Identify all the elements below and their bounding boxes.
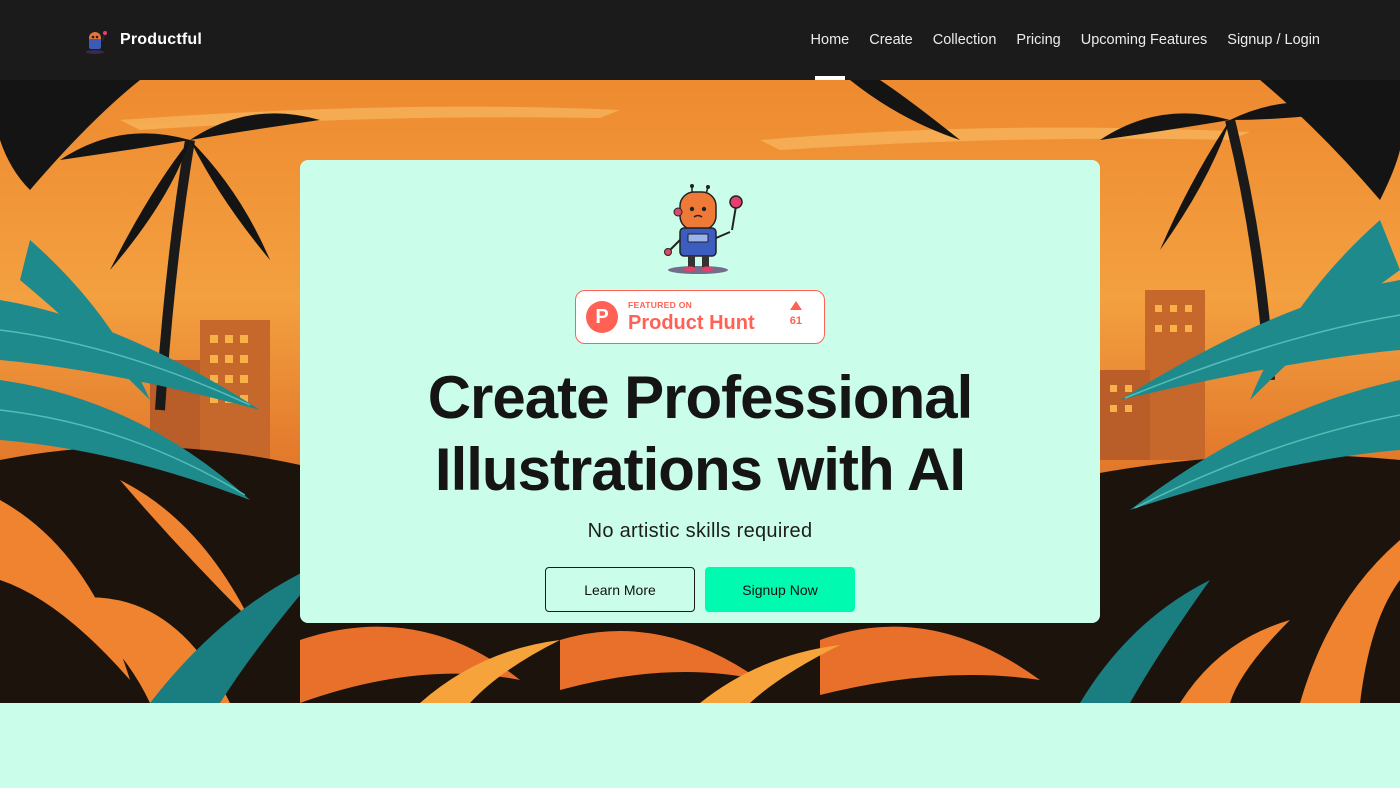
main-menu: Home Create Collection Pricing Upcoming …: [811, 0, 1320, 80]
top-navbar: Productful Home Create Collection Pricin…: [0, 0, 1400, 80]
upvote-count: 61: [789, 315, 802, 327]
product-hunt-logo-icon: P: [586, 301, 618, 333]
nav-create[interactable]: Create: [869, 0, 913, 80]
hero-card: P FEATURED ON Product Hunt 61 Create Pro…: [300, 160, 1100, 623]
hero-section: P FEATURED ON Product Hunt 61 Create Pro…: [0, 80, 1400, 703]
brand-name: Productful: [120, 31, 202, 48]
robot-logo-icon: [86, 31, 107, 54]
upvote-counter: 61: [790, 301, 802, 327]
hero-subheadline: No artistic skills required: [587, 520, 813, 542]
product-hunt-badge[interactable]: P FEATURED ON Product Hunt 61: [575, 290, 825, 344]
featured-on-label: FEATURED ON: [628, 300, 693, 311]
hero-buttons: Learn More Signup Now: [545, 567, 855, 612]
product-hunt-text: FEATURED ON Product Hunt: [628, 301, 755, 333]
hero-headline: Create Professional Illustrations with A…: [427, 364, 974, 503]
learn-more-button[interactable]: Learn More: [545, 567, 695, 612]
brand[interactable]: Productful: [80, 25, 202, 55]
product-hunt-label: Product Hunt: [628, 311, 755, 334]
nav-collection[interactable]: Collection: [933, 0, 997, 80]
nav-pricing[interactable]: Pricing: [1016, 0, 1060, 80]
nav-upcoming-features[interactable]: Upcoming Features: [1081, 0, 1208, 80]
nav-home[interactable]: Home: [811, 0, 850, 80]
robot-mascot-icon: [664, 184, 743, 274]
upvote-arrow-icon: [789, 301, 802, 310]
signup-now-button[interactable]: Signup Now: [705, 567, 855, 612]
nav-signup-login[interactable]: Signup / Login: [1227, 0, 1320, 80]
